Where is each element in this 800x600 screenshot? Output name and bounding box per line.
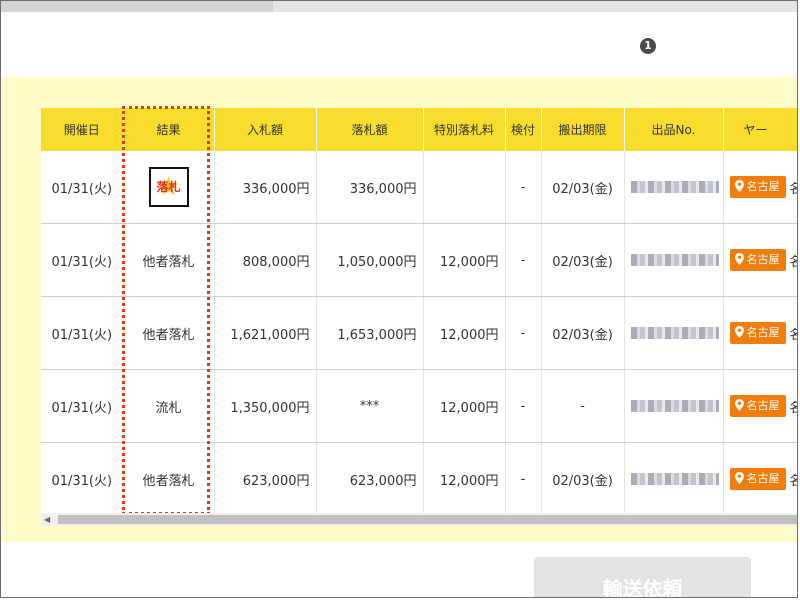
cell-special-fee: 12,000円: [423, 442, 506, 516]
map-pin-icon: [734, 180, 744, 192]
cell-hammer-price: 1,653,000円: [316, 296, 424, 370]
yard-tag-label: 名古屋: [746, 253, 780, 266]
cell-result: 流札: [123, 369, 215, 443]
col-header-date[interactable]: 開催日: [41, 108, 124, 151]
table-row[interactable]: 01/31(火) 流札 1,350,000円 *** 12,000円 - - 名…: [41, 369, 798, 443]
top-tab-strip: [1, 1, 797, 12]
yard-tag[interactable]: 名古屋: [729, 468, 786, 490]
cell-bid: 336,000円: [214, 151, 317, 224]
cell-result: 他者落札: [123, 442, 215, 516]
yard-tag-label: 名古屋: [746, 472, 780, 485]
col-header-yard[interactable]: ヤー: [723, 108, 797, 151]
map-pin-icon: [734, 253, 744, 265]
map-pin-icon: [734, 472, 744, 484]
cell-result: 他者落札: [123, 223, 215, 297]
award-label: 落札: [156, 180, 181, 194]
yard-name: 名: [790, 182, 798, 197]
cell-result: ★ 落札: [123, 151, 215, 224]
cell-hammer-price: 1,050,000円: [316, 223, 424, 297]
cell-removal-deadline: -: [541, 369, 625, 443]
results-table: 開催日 結果 入札額 落札額 特別落札料 検付 搬出期限 出品No. ヤー 01…: [41, 108, 798, 516]
cell-special-fee: 12,000円: [423, 223, 506, 297]
yard-tag[interactable]: 名古屋: [729, 395, 786, 417]
cell-lot-no: [624, 296, 724, 370]
cell-yard: 名古屋名: [723, 442, 798, 516]
col-header-bid[interactable]: 入札額: [214, 108, 317, 151]
redacted-lot-number: [630, 473, 719, 485]
cell-hammer-price: 623,000円: [316, 442, 424, 516]
map-pin-icon: [734, 326, 744, 338]
cell-inspection: -: [505, 296, 542, 370]
yard-tag-label: 名古屋: [746, 180, 780, 193]
cell-hammer-price: ***: [316, 369, 424, 443]
cell-special-fee: 12,000円: [423, 296, 506, 370]
cell-removal-deadline: 02/03(金): [541, 151, 625, 224]
redacted-lot-number: [630, 181, 719, 193]
col-header-result[interactable]: 結果: [123, 108, 215, 151]
col-header-lot-no[interactable]: 出品No.: [624, 108, 724, 151]
table-row[interactable]: 01/31(火) 他者落札 808,000円 1,050,000円 12,000…: [41, 223, 798, 297]
cell-date: 01/31(火): [41, 442, 124, 516]
cell-bid: 1,621,000円: [214, 296, 317, 370]
col-header-removal-deadline[interactable]: 搬出期限: [541, 108, 625, 151]
top-tab-segment: [1, 1, 273, 12]
col-header-inspection[interactable]: 検付: [505, 108, 542, 151]
page-frame: 1 開催日 結果 入札額 落札額 特別落札料 検付 搬出期限 出品No. ヤー …: [0, 0, 798, 598]
cell-lot-no: [624, 223, 724, 297]
yard-name: 名: [790, 401, 798, 416]
cell-removal-deadline: 02/03(金): [541, 223, 625, 297]
cell-special-fee: [423, 151, 506, 224]
scrollbar-thumb[interactable]: [58, 515, 797, 524]
cell-lot-no: [624, 369, 724, 443]
cell-date: 01/31(火): [41, 151, 124, 224]
yard-tag-label: 名古屋: [746, 399, 780, 412]
cell-yard: 名古屋名: [723, 296, 798, 370]
col-header-special-fee[interactable]: 特別落札料: [423, 108, 506, 151]
cell-yard: 名古屋名: [723, 223, 798, 297]
yard-tag[interactable]: 名古屋: [729, 176, 786, 198]
yard-name: 名: [790, 255, 798, 270]
info-badge-icon[interactable]: 1: [640, 38, 656, 54]
table-row[interactable]: 01/31(火) ★ 落札 336,000円 336,000円 - 02/03(…: [41, 151, 798, 224]
cell-lot-no: [624, 442, 724, 516]
table-header-row: 開催日 結果 入札額 落札額 特別落札料 検付 搬出期限 出品No. ヤー: [41, 108, 797, 151]
cell-result: 他者落札: [123, 296, 215, 370]
redacted-lot-number: [630, 400, 719, 412]
cell-yard: 名古屋名: [723, 369, 798, 443]
cell-bid: 623,000円: [214, 442, 317, 516]
cell-inspection: -: [505, 151, 542, 224]
cell-yard: 名古屋名: [723, 151, 798, 224]
cell-removal-deadline: 02/03(金): [541, 442, 625, 516]
yard-name: 名: [790, 328, 798, 343]
yard-tag-label: 名古屋: [746, 326, 780, 339]
yard-tag[interactable]: 名古屋: [729, 249, 786, 271]
redacted-lot-number: [630, 254, 719, 266]
cell-special-fee: 12,000円: [423, 369, 506, 443]
redacted-lot-number: [630, 327, 719, 339]
cell-inspection: -: [505, 223, 542, 297]
table-body: 01/31(火) ★ 落札 336,000円 336,000円 - 02/03(…: [41, 151, 798, 516]
col-header-hammer-price[interactable]: 落札額: [316, 108, 424, 151]
cell-removal-deadline: 02/03(金): [541, 296, 625, 370]
horizontal-scrollbar[interactable]: ◀: [41, 513, 797, 526]
cell-inspection: -: [505, 442, 542, 516]
cell-date: 01/31(火): [41, 296, 124, 370]
cell-date: 01/31(火): [41, 369, 124, 443]
cell-bid: 1,350,000円: [214, 369, 317, 443]
cell-lot-no: [624, 151, 724, 224]
cell-date: 01/31(火): [41, 223, 124, 297]
table-row[interactable]: 01/31(火) 他者落札 623,000円 623,000円 12,000円 …: [41, 442, 798, 516]
scroll-left-arrow-icon[interactable]: ◀: [44, 513, 54, 526]
yard-tag[interactable]: 名古屋: [729, 322, 786, 344]
yard-name: 名: [790, 474, 798, 489]
cell-bid: 808,000円: [214, 223, 317, 297]
award-badge: ★ 落札: [148, 167, 189, 207]
table-row[interactable]: 01/31(火) 他者落札 1,621,000円 1,653,000円 12,0…: [41, 296, 798, 370]
map-pin-icon: [734, 399, 744, 411]
results-table-scroll-area[interactable]: 開催日 結果 入札額 落札額 特別落札料 検付 搬出期限 出品No. ヤー 01…: [41, 108, 798, 528]
cell-inspection: -: [505, 369, 542, 443]
cell-hammer-price: 336,000円: [316, 151, 424, 224]
transport-request-button[interactable]: 輸送依頼: [534, 557, 751, 597]
